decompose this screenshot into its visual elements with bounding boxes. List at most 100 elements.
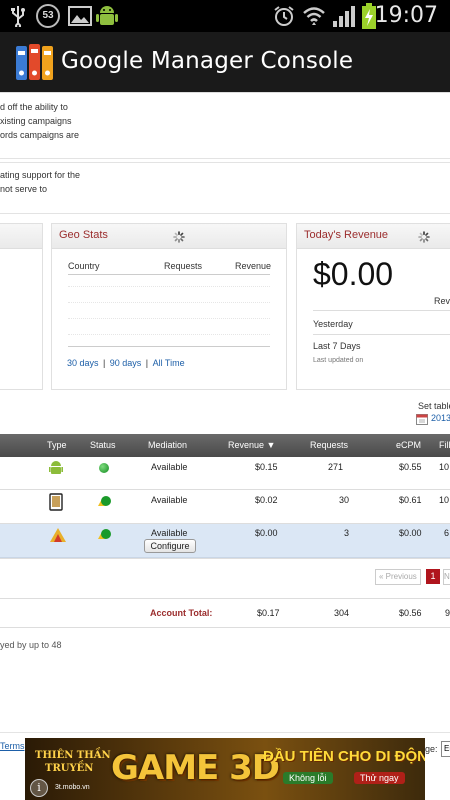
status-partial-icon [98, 496, 111, 506]
geo-stats-widget: Geo Stats Country Requests Revenue 30 da… [51, 223, 287, 390]
link-90-days[interactable]: 90 days [110, 358, 142, 368]
divider [0, 732, 450, 733]
ad-info-icon[interactable]: i [30, 779, 48, 797]
column-header-fill[interactable]: Fill [439, 440, 450, 450]
ecpm-value: $0.61 [399, 495, 422, 505]
divider [68, 274, 270, 275]
ad-brand-url: 3t.mobo.vn [55, 784, 90, 791]
date-range-link[interactable]: 2013 [431, 413, 450, 423]
app-title: Google Manager Console [61, 48, 354, 74]
terms-link[interactable]: Terms [0, 741, 25, 751]
ad-tag-2: Thử ngay [354, 772, 405, 784]
table-header: Type Status Mediation Revenue ▼ Requests… [0, 434, 450, 457]
sort-desc-icon: ▼ [266, 440, 276, 450]
revenue-value: $0.00 [255, 528, 278, 538]
last-updated: Last updated on [313, 357, 364, 364]
ad-brand-line1: THIÊN THẦN [35, 750, 111, 761]
ad-banner[interactable]: THIÊN THẦN TRUYỀN 3t.mobo.vn GAME 3D ĐẦU… [25, 738, 425, 800]
divider [0, 162, 450, 163]
ecpm-value: $0.55 [399, 462, 422, 472]
web-content: d off the ability to xisting campaigns o… [0, 92, 450, 738]
table-row[interactable]: Available $0.02 30 $0.61 10 [0, 490, 450, 524]
notification-count: 53 [42, 10, 54, 21]
calendar-icon[interactable] [416, 413, 428, 425]
loading-spinner-icon [173, 231, 185, 243]
mediation-value: Available [151, 495, 188, 505]
divider [0, 213, 450, 214]
divider [0, 627, 450, 628]
geo-stats-title: Geo Stats [59, 229, 108, 241]
notice-message-2: ating support for the not serve to [0, 168, 450, 196]
link-separator: | [145, 358, 149, 368]
loading-spinner-icon [418, 231, 430, 243]
app-logo-icon[interactable] [15, 43, 55, 81]
ecpm-value: $0.00 [399, 528, 422, 538]
link-30-days[interactable]: 30 days [67, 358, 99, 368]
link-separator: | [102, 358, 106, 368]
column-header-type[interactable]: Type [47, 440, 67, 450]
ad-brand-line2: TRUYỀN [45, 763, 94, 774]
column-header-requests: Requests [164, 261, 203, 271]
next-page-button[interactable]: N [443, 569, 450, 585]
alarm-icon [274, 6, 294, 26]
column-header-country: Country [68, 261, 100, 271]
set-table-label: Set table [418, 401, 450, 411]
widget-header [0, 224, 42, 249]
fill-value: 10 [439, 462, 450, 472]
last-7-days-label: Last 7 Days [313, 341, 361, 351]
wifi-icon [303, 7, 325, 25]
android-icon [49, 461, 63, 474]
geo-period-links: 30 days | 90 days | All Time [67, 353, 185, 371]
page-1-button[interactable]: 1 [426, 569, 440, 584]
todays-revenue-title: Today's Revenue [304, 229, 389, 241]
ad-game-text: GAME 3D [111, 748, 280, 788]
divider [68, 302, 270, 304]
total-revenue: $0.17 [257, 608, 280, 618]
fill-value: 6 [444, 528, 450, 538]
divider [0, 558, 450, 559]
action-bar: Google Manager Console [0, 32, 450, 92]
column-header-status[interactable]: Status [90, 440, 116, 450]
revenue-value: $0.02 [255, 495, 278, 505]
language-select[interactable]: En [441, 741, 450, 757]
table-row[interactable]: Available $0.15 271 $0.55 10 [0, 457, 450, 490]
divider [0, 158, 450, 159]
previous-page-button[interactable]: « Previous [375, 569, 421, 585]
yesterday-label: Yesterday [313, 319, 353, 329]
requests-value: 30 [339, 495, 350, 505]
notification-badge[interactable]: 53 [36, 4, 60, 28]
tablet-icon [49, 493, 63, 511]
configure-button[interactable]: Configure [144, 539, 196, 553]
divider [313, 334, 450, 335]
mediation-value: Available [151, 462, 188, 472]
column-header-revenue[interactable]: Revenue ▼ [228, 440, 275, 450]
status-active-icon [99, 463, 109, 473]
account-total-label: Account Total: [150, 608, 213, 618]
account-total-row: Account Total: $0.17 304 $0.56 9 [0, 599, 450, 627]
column-header-requests[interactable]: Requests [310, 440, 348, 450]
link-all-time[interactable]: All Time [153, 358, 185, 368]
table-row[interactable]: Available Configure $0.00 3 $0.00 6 [0, 524, 450, 558]
status-partial-icon [98, 529, 111, 539]
divider [68, 286, 270, 288]
divider [313, 310, 450, 311]
notice-line: d off the ability to [0, 102, 68, 112]
signal-icon [333, 6, 355, 27]
ad-tag-1: Không lỗi [283, 772, 333, 784]
total-fill: 9 [445, 608, 450, 618]
ad-headline: ĐẦU TIÊN CHO DI ĐỘNG [263, 748, 425, 765]
revenue-amount: $0.00 [313, 256, 394, 292]
column-header-revenue: Revenue [235, 261, 272, 271]
notice-line: ords campaigns are [0, 130, 80, 140]
column-header-ecpm[interactable]: eCPM [396, 440, 421, 450]
adwords-icon [50, 528, 66, 542]
fill-value: 10 [439, 495, 450, 505]
footer-note: yed by up to 48 [0, 640, 62, 650]
requests-value: 271 [328, 462, 344, 472]
notice-line: xisting campaigns [0, 116, 72, 126]
notice-line: ating support for the [0, 170, 81, 180]
divider [68, 318, 270, 320]
revenue-label: Reve [434, 296, 450, 306]
column-header-mediation[interactable]: Mediation [148, 440, 187, 450]
mediation-value: Available [151, 528, 188, 538]
